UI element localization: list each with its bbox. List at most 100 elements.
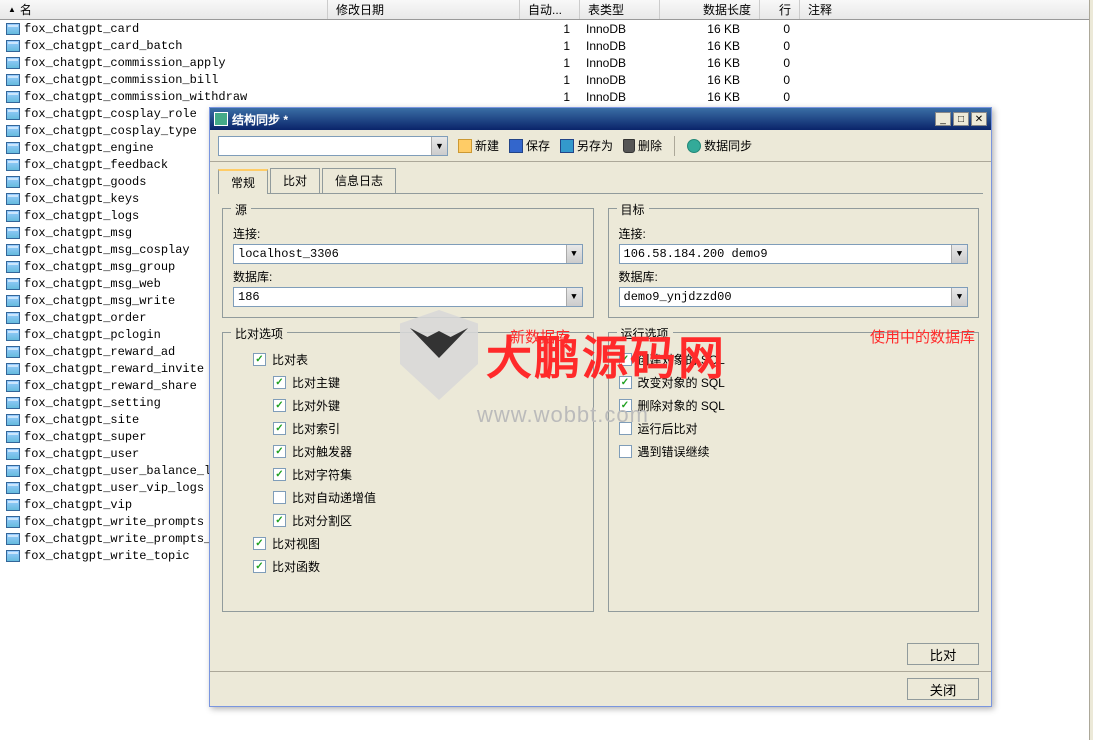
table-name: fox_chatgpt_pclogin <box>24 328 161 342</box>
table-name: fox_chatgpt_order <box>24 311 146 325</box>
col-header-auto[interactable]: 自动... <box>520 0 580 19</box>
close-dialog-button[interactable]: 关闭 <box>907 678 979 700</box>
chk-compare-partition[interactable]: 比对分割区 <box>273 512 583 529</box>
chk-continue-err[interactable]: 遇到错误继续 <box>619 443 969 460</box>
compare-button[interactable]: 比对 <box>907 643 979 665</box>
tab-log[interactable]: 信息日志 <box>322 168 396 193</box>
col-header-date[interactable]: 修改日期 <box>328 0 520 19</box>
table-icon <box>6 363 20 375</box>
delete-button[interactable]: 删除 <box>623 137 662 154</box>
sort-asc-icon: ▲ <box>8 5 16 14</box>
chevron-down-icon[interactable]: ▼ <box>951 245 967 263</box>
target-conn-label: 连接: <box>619 225 969 242</box>
table-name: fox_chatgpt_reward_invite <box>24 362 204 376</box>
col-header-rows[interactable]: 行 <box>760 0 800 19</box>
save-icon <box>509 139 523 153</box>
chevron-down-icon[interactable]: ▼ <box>951 288 967 306</box>
table-icon <box>6 57 20 69</box>
col-header-name[interactable]: ▲名 <box>0 0 328 19</box>
table-icon <box>6 74 20 86</box>
table-icon <box>6 550 20 562</box>
table-icon <box>6 193 20 205</box>
table-icon <box>6 465 20 477</box>
dialog-tabs: 常规 比对 信息日志 <box>210 162 991 193</box>
chk-compare-autoinc[interactable]: 比对自动递增值 <box>273 489 583 506</box>
data-sync-button[interactable]: 数据同步 <box>687 137 752 154</box>
refresh-icon <box>687 139 701 153</box>
table-icon <box>6 482 20 494</box>
table-icon <box>6 397 20 409</box>
table-name: fox_chatgpt_write_topic <box>24 549 190 563</box>
table-icon <box>6 346 20 358</box>
target-db-label: 数据库: <box>619 268 969 285</box>
table-name: fox_chatgpt_write_prompts_vars <box>24 532 240 546</box>
table-name: fox_chatgpt_reward_share <box>24 379 197 393</box>
table-name: fox_chatgpt_cosplay_type <box>24 124 197 138</box>
chevron-down-icon[interactable]: ▼ <box>566 288 582 306</box>
table-name: fox_chatgpt_keys <box>24 192 139 206</box>
table-name: fox_chatgpt_reward_ad <box>24 345 175 359</box>
run-options-group: 运行选项 创建对象的 SQL 改变对象的 SQL 删除对象的 SQL 运行后比对… <box>608 332 980 612</box>
table-name: fox_chatgpt_msg_web <box>24 277 161 291</box>
saveas-button[interactable]: 另存为 <box>560 137 613 154</box>
table-name: fox_chatgpt_engine <box>24 141 154 155</box>
tab-compare[interactable]: 比对 <box>270 168 320 193</box>
table-icon <box>6 380 20 392</box>
chk-run-after[interactable]: 运行后比对 <box>619 420 969 437</box>
col-header-comment[interactable]: 注释 <box>800 0 1093 19</box>
save-button[interactable]: 保存 <box>509 137 550 154</box>
table-row[interactable]: fox_chatgpt_card1InnoDB16 KB0 <box>0 20 1093 37</box>
profile-combo[interactable]: ▼ <box>218 136 448 156</box>
table-row[interactable]: fox_chatgpt_commission_bill1InnoDB16 KB0 <box>0 71 1093 88</box>
chk-compare-charset[interactable]: 比对字符集 <box>273 466 583 483</box>
table-name: fox_chatgpt_user <box>24 447 139 461</box>
source-conn-combo[interactable]: localhost_3306▼ <box>233 244 583 264</box>
tab-general[interactable]: 常规 <box>218 169 268 194</box>
chk-create-sql[interactable]: 创建对象的 SQL <box>619 351 969 368</box>
table-row[interactable]: fox_chatgpt_card_batch1InnoDB16 KB0 <box>0 37 1093 54</box>
table-icon <box>6 210 20 222</box>
close-button[interactable]: ✕ <box>971 112 987 126</box>
table-name: fox_chatgpt_card_batch <box>24 39 182 53</box>
chk-compare-fk[interactable]: 比对外键 <box>273 397 583 414</box>
source-db-combo[interactable]: 186▼ <box>233 287 583 307</box>
col-header-type[interactable]: 表类型 <box>580 0 660 19</box>
table-icon <box>6 108 20 120</box>
chk-compare-table[interactable]: 比对表 <box>253 351 583 368</box>
chk-alter-sql[interactable]: 改变对象的 SQL <box>619 374 969 391</box>
new-icon <box>458 139 472 153</box>
table-name: fox_chatgpt_goods <box>24 175 146 189</box>
col-header-len[interactable]: 数据长度 <box>660 0 760 19</box>
chk-drop-sql[interactable]: 删除对象的 SQL <box>619 397 969 414</box>
dialog-title: 结构同步 * <box>232 111 935 128</box>
table-icon <box>6 448 20 460</box>
new-button[interactable]: 新建 <box>458 137 499 154</box>
table-name: fox_chatgpt_card <box>24 22 139 36</box>
tab-content-general: 源 连接: localhost_3306▼ 数据库: 186▼ 目标 连接: 1… <box>218 193 983 637</box>
structure-sync-dialog: 结构同步 * _ □ ✕ ▼ 新建 保存 另存为 删除 数据同步 常规 比对 信… <box>209 107 992 707</box>
chk-compare-pk[interactable]: 比对主键 <box>273 374 583 391</box>
table-icon <box>6 312 20 324</box>
dialog-titlebar[interactable]: 结构同步 * _ □ ✕ <box>210 108 991 130</box>
close-button-row: 关闭 <box>210 672 991 706</box>
chk-compare-index[interactable]: 比对索引 <box>273 420 583 437</box>
target-conn-combo[interactable]: 106.58.184.200 demo9▼ <box>619 244 969 264</box>
table-icon <box>6 125 20 137</box>
chevron-down-icon[interactable]: ▼ <box>431 137 447 155</box>
chk-compare-trigger[interactable]: 比对触发器 <box>273 443 583 460</box>
compare-button-row: 比对 <box>210 637 991 671</box>
right-edge <box>1089 0 1093 740</box>
maximize-button[interactable]: □ <box>953 112 969 126</box>
chevron-down-icon[interactable]: ▼ <box>566 245 582 263</box>
table-name: fox_chatgpt_msg_cosplay <box>24 243 190 257</box>
target-db-combo[interactable]: demo9_ynjdzzd00▼ <box>619 287 969 307</box>
table-row[interactable]: fox_chatgpt_commission_withdraw1InnoDB16… <box>0 88 1093 105</box>
table-name: fox_chatgpt_msg_group <box>24 260 175 274</box>
chk-compare-func[interactable]: 比对函数 <box>253 558 583 575</box>
source-legend: 源 <box>231 201 251 218</box>
table-name: fox_chatgpt_site <box>24 413 139 427</box>
table-row[interactable]: fox_chatgpt_commission_apply1InnoDB16 KB… <box>0 54 1093 71</box>
chk-compare-view[interactable]: 比对视图 <box>253 535 583 552</box>
minimize-button[interactable]: _ <box>935 112 951 126</box>
table-name: fox_chatgpt_vip <box>24 498 132 512</box>
